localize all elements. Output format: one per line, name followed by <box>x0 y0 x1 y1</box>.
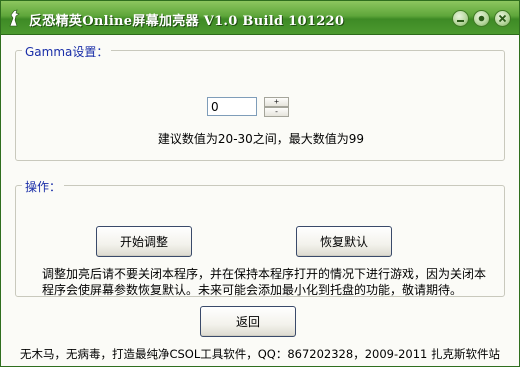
minimize-button[interactable] <box>452 10 469 27</box>
operation-note-text: 调整加亮后请不要关闭本程序，并在保持本程序打开的情况下进行游戏，因为关闭本程序会… <box>42 267 487 297</box>
start-adjust-button[interactable]: 开始调整 <box>96 226 192 257</box>
minimize-icon <box>457 20 464 22</box>
close-icon <box>498 14 507 23</box>
gamma-increase-button[interactable]: + <box>264 97 289 107</box>
restore-default-button[interactable]: 恢复默认 <box>296 226 392 257</box>
operation-group: 操作： 开始调整 恢复默认 调整加亮后请不要关闭本程序，并在保持本程序打开的情况… <box>15 178 505 297</box>
back-button[interactable]: 返回 <box>200 306 296 337</box>
close-button[interactable] <box>494 10 511 27</box>
gamma-hint-text: 建议数值为20-30之间，最大数值为99 <box>157 132 365 146</box>
gamma-value-input[interactable] <box>207 97 257 116</box>
gamma-decrease-button[interactable]: - <box>264 107 289 117</box>
title-bar[interactable]: 反恐精英Online屏幕加亮器 V1.0 Build 101220 <box>1 1 519 35</box>
operation-group-label: 操作： <box>22 178 65 195</box>
footer-text: 无木马，无病毒，打造最纯净CSOL工具软件，QQ：867202328，2009-… <box>19 347 501 361</box>
app-window: 反恐精英Online屏幕加亮器 V1.0 Build 101220 Gamma设… <box>0 0 520 367</box>
app-icon <box>7 9 23 27</box>
maximize-icon <box>478 15 485 22</box>
gamma-settings-group: Gamma设置： + - 建议数值为20-30之间，最大数值为99 <box>15 43 505 161</box>
maximize-button[interactable] <box>473 10 490 27</box>
window-title: 反恐精英Online屏幕加亮器 V1.0 Build 101220 <box>29 14 345 29</box>
gamma-group-label: Gamma设置： <box>22 43 112 60</box>
gamma-spinner[interactable]: + - <box>264 97 289 117</box>
